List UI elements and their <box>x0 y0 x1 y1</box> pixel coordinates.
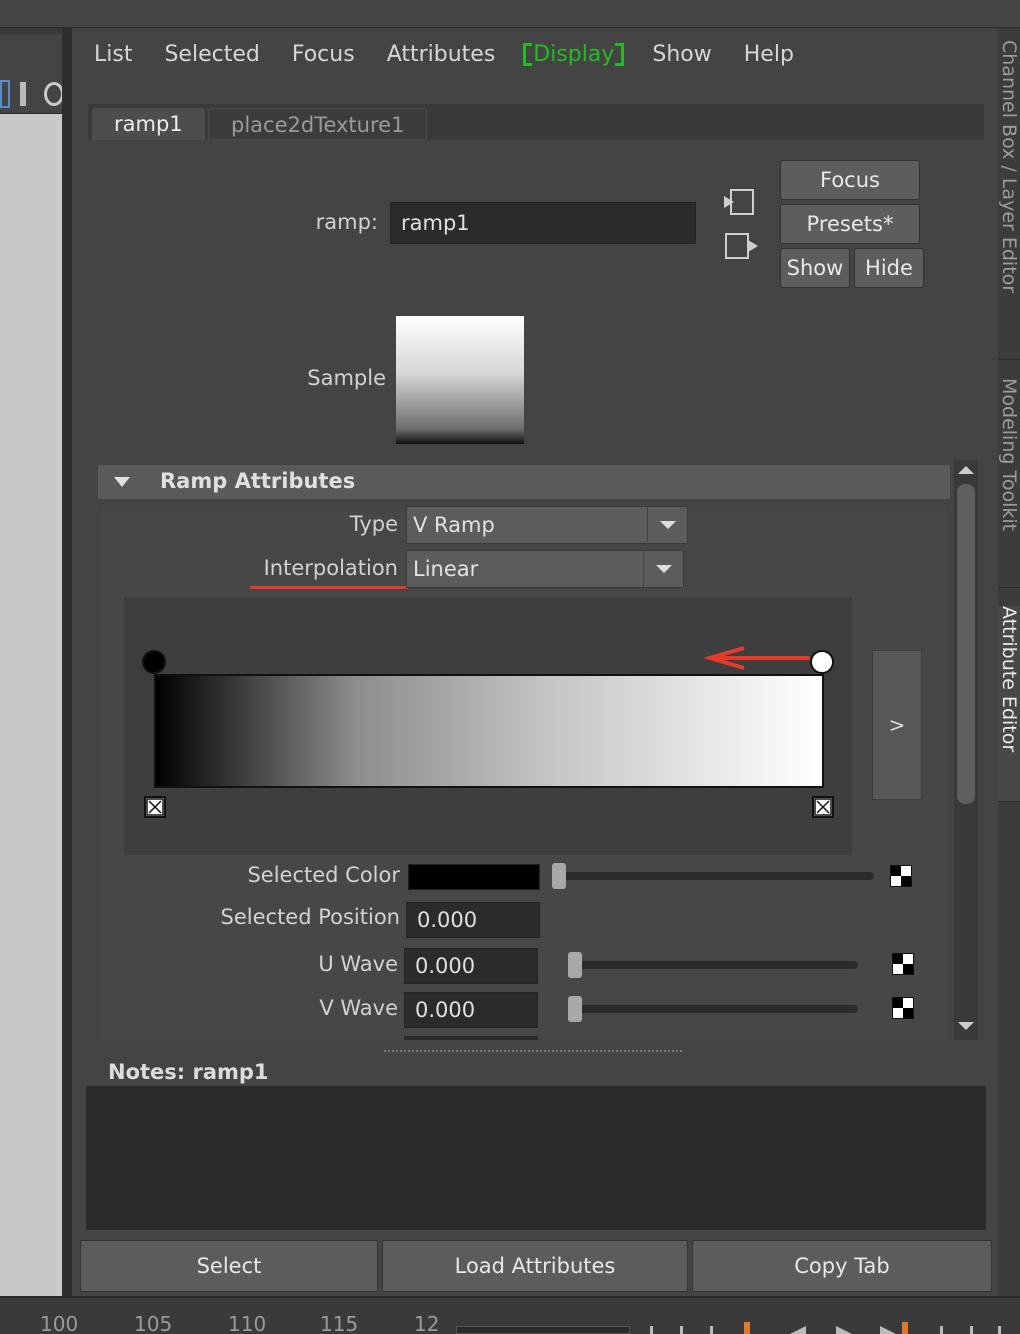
u-wave-slider[interactable] <box>568 961 858 969</box>
u-wave-label: U Wave <box>318 952 398 976</box>
ramp-handle-black[interactable] <box>142 650 166 674</box>
timeline-tick: 12 <box>414 1312 440 1334</box>
side-tab-attribute-editor[interactable]: Attribute Editor <box>998 606 1020 802</box>
scroll-down-icon[interactable] <box>956 1018 976 1034</box>
scrollbar-thumb[interactable] <box>957 484 975 804</box>
type-value: V Ramp <box>413 513 495 537</box>
side-tab-modeling-toolkit[interactable]: Modeling Toolkit <box>998 378 1020 588</box>
tab-ramp1[interactable]: ramp1 <box>92 108 205 140</box>
presets-button[interactable]: Presets* <box>780 204 920 244</box>
section-title: Ramp Attributes <box>160 469 356 493</box>
timeline-tick: 100 <box>40 1312 79 1334</box>
selected-position-field[interactable]: 0.000 <box>406 902 540 938</box>
viewport-layout-icon[interactable] <box>0 80 10 108</box>
menu-attributes[interactable]: Attributes <box>387 42 496 67</box>
interpolation-dropdown[interactable]: Linear <box>406 550 684 588</box>
copy-tab-button[interactable]: Copy Tab <box>692 1240 992 1292</box>
node-name-label: ramp: <box>315 210 378 234</box>
notes-label: Notes: ramp1 <box>108 1060 269 1084</box>
viewport-edge <box>0 34 62 1296</box>
sample-swatch <box>396 316 524 444</box>
output-connections-icon[interactable] <box>722 230 762 264</box>
selected-color-label: Selected Color <box>247 863 400 887</box>
annotation-arrow-icon <box>704 646 810 670</box>
slider-knob[interactable] <box>568 996 582 1022</box>
selected-position-label: Selected Position <box>220 905 400 929</box>
delete-handle-icon[interactable] <box>144 796 166 818</box>
playback-controls-icon[interactable] <box>640 1318 1010 1334</box>
map-texture-icon[interactable] <box>892 953 914 975</box>
ramp-attributes-header[interactable]: Ramp Attributes <box>98 465 950 499</box>
menu-show[interactable]: Show <box>652 42 711 67</box>
map-texture-icon[interactable] <box>892 997 914 1019</box>
current-frame-field[interactable] <box>456 1326 630 1334</box>
menu-help[interactable]: Help <box>744 42 794 67</box>
menu-selected[interactable]: Selected <box>164 42 259 67</box>
panel-divider[interactable] <box>62 28 72 1296</box>
map-texture-icon[interactable] <box>890 865 912 887</box>
scroll-up-icon[interactable] <box>956 462 976 478</box>
timeline-tick: 110 <box>228 1312 267 1334</box>
hide-button[interactable]: Hide <box>854 248 924 288</box>
menu-display[interactable]: Display <box>523 42 625 67</box>
interpolation-value: Linear <box>413 557 479 581</box>
type-dropdown[interactable]: V Ramp <box>406 506 688 544</box>
next-field-edge <box>404 1036 538 1040</box>
camera-icon[interactable] <box>44 82 64 106</box>
chevron-down-icon <box>643 551 683 587</box>
annotation-underline <box>250 586 408 589</box>
u-wave-field[interactable]: 0.000 <box>404 948 538 984</box>
selected-color-swatch[interactable] <box>408 864 540 890</box>
node-name-field[interactable]: ramp1 <box>390 202 696 244</box>
ramp-gradient[interactable] <box>154 674 824 788</box>
chevron-down-icon <box>647 507 687 543</box>
v-wave-slider[interactable] <box>568 1005 858 1013</box>
viewport-toolbar <box>0 34 64 114</box>
slider-knob[interactable] <box>568 952 582 978</box>
v-wave-label: V Wave <box>319 996 398 1020</box>
input-connections-icon[interactable] <box>722 186 758 220</box>
load-attributes-button[interactable]: Load Attributes <box>382 1240 688 1292</box>
menu-list[interactable]: List <box>94 42 132 67</box>
menu-bar: List Selected Focus Attributes Display S… <box>94 36 826 72</box>
notes-textarea[interactable] <box>86 1086 986 1230</box>
v-wave-field[interactable]: 0.000 <box>404 992 538 1028</box>
select-button[interactable]: Select <box>80 1240 378 1292</box>
pane-splitter[interactable] <box>384 1050 682 1052</box>
timeline-tick: 115 <box>320 1312 359 1334</box>
top-toolbar-strip <box>0 0 1020 28</box>
delete-handle-icon[interactable] <box>812 796 834 818</box>
sample-label: Sample <box>307 366 386 390</box>
type-label: Type <box>349 512 398 536</box>
tab-place2dtexture1[interactable]: place2dTexture1 <box>208 108 428 140</box>
side-tab-channel-box[interactable]: Channel Box / Layer Editor <box>998 40 1020 360</box>
slider-knob[interactable] <box>552 863 566 889</box>
collapse-triangle-icon[interactable] <box>112 475 132 489</box>
show-button[interactable]: Show <box>780 248 850 288</box>
menu-focus[interactable]: Focus <box>292 42 355 67</box>
ramp-expand-button[interactable]: > <box>872 650 922 800</box>
focus-button[interactable]: Focus <box>780 160 920 200</box>
selected-color-slider[interactable] <box>552 872 874 880</box>
interpolation-label: Interpolation <box>263 556 398 580</box>
viewport-separator-icon <box>20 82 26 106</box>
timeline-tick: 105 <box>134 1312 173 1334</box>
